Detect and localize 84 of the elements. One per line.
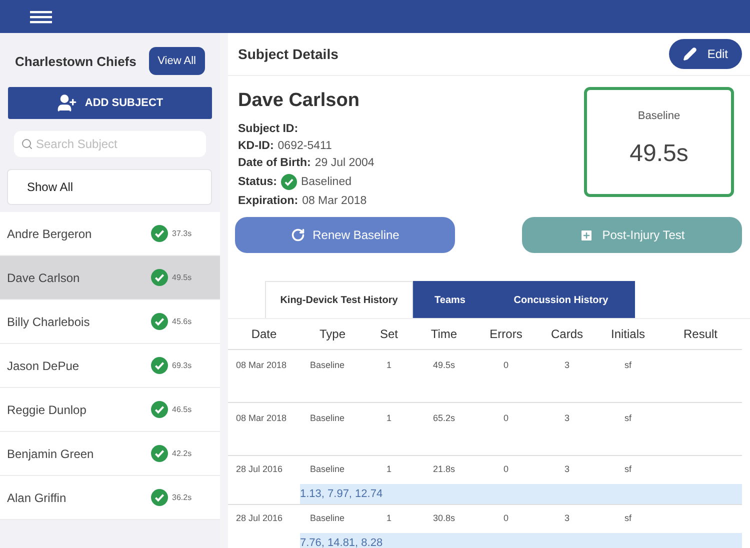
table-cell-text: 08 Mar 2018 xyxy=(235,359,288,372)
tab[interactable]: Teams xyxy=(413,281,487,318)
column-header: Initials xyxy=(597,319,659,350)
column-header: Errors xyxy=(475,319,537,350)
field-label: Date of Birth: xyxy=(238,157,311,169)
plus-square-icon xyxy=(579,228,594,242)
column-header: Cards xyxy=(537,319,597,350)
tab[interactable]: King-Devick Test History xyxy=(265,281,413,318)
table-cell-text: 49.5s xyxy=(432,359,456,372)
show-all-filter[interactable]: Show All xyxy=(7,169,212,205)
table-cell: 0 xyxy=(475,402,537,455)
table-cell: 28 Jul 2016 xyxy=(228,504,300,533)
team-name: Charlestown Chiefs xyxy=(15,54,136,68)
table-cell-text: Baseline xyxy=(309,359,346,372)
field-value: 0692-5411 xyxy=(278,140,332,152)
field-label: Subject ID: xyxy=(238,123,298,135)
subject-list-item[interactable]: Reggie Dunlop 46.5s xyxy=(0,388,220,432)
edit-button[interactable]: Edit xyxy=(669,39,742,69)
column-header: Type xyxy=(300,319,365,350)
renew-button[interactable]: Renew Baseline xyxy=(235,217,455,253)
table-cell: Baseline xyxy=(300,402,365,455)
field-value: 08 Mar 2018 xyxy=(302,195,367,207)
field-value: 29 Jul 2004 xyxy=(314,157,374,169)
card-times: 1.13, 7.97, 12.74 xyxy=(300,484,742,504)
subject-list-item[interactable]: Billy Charlebois 45.6s xyxy=(0,300,220,344)
check-icon xyxy=(151,357,168,374)
subject-name: Dave Carlson xyxy=(7,270,81,284)
table-cell-text: sf xyxy=(623,359,632,372)
subject-time: 49.5s xyxy=(172,273,193,282)
baseline-label: Baseline xyxy=(638,110,680,122)
subject-title: Dave Carlson xyxy=(238,90,360,112)
field-value: Baselined xyxy=(300,176,352,188)
add-subject-button[interactable]: ADD SUBJECT xyxy=(8,87,212,119)
subject-list-item[interactable]: Dave Carlson 49.5s xyxy=(0,256,220,300)
check-icon xyxy=(151,445,168,462)
field-label: Expiration: xyxy=(238,195,298,207)
subject-name: Benjamin Green xyxy=(7,446,95,460)
table-cell-text: 3 xyxy=(563,359,570,372)
subject-name: Reggie Dunlop xyxy=(7,402,88,416)
field-label: Status: xyxy=(238,176,277,188)
subject-time: 46.5s xyxy=(172,405,193,414)
subject-time: 69.3s xyxy=(172,361,193,370)
check-icon xyxy=(151,401,168,418)
subject-list-item[interactable]: Benjamin Green 42.2s xyxy=(0,432,220,476)
table-cell: 3 xyxy=(537,402,597,455)
check-icon xyxy=(151,225,168,242)
check-icon xyxy=(151,269,168,286)
table-cell: 28 Jul 2016 xyxy=(228,455,300,484)
subject-time: 36.2s xyxy=(172,493,193,502)
column-header: Time xyxy=(413,319,475,350)
check-icon xyxy=(151,489,168,506)
subject-list-item[interactable]: Jason DePue 69.3s xyxy=(0,344,220,388)
table-cell: 1 xyxy=(365,402,413,455)
table-cell-text: 1 xyxy=(385,359,392,372)
baseline-value: 49.5s xyxy=(630,140,688,168)
subject-time: 45.6s xyxy=(172,317,193,326)
column-header: Date xyxy=(228,319,300,350)
subject-name: Andre Bergeron xyxy=(7,226,93,240)
add-person-icon xyxy=(56,93,77,113)
subject-list-item[interactable]: Alan Griffin 36.2s xyxy=(0,476,220,520)
subject-time: 37.3s xyxy=(172,229,193,238)
column-header: Result xyxy=(659,319,742,350)
page-title: Subject Details xyxy=(238,46,338,62)
pencil-icon xyxy=(683,47,698,61)
status-check-icon xyxy=(280,174,297,190)
check-icon xyxy=(151,313,168,330)
view-all-button[interactable]: View All xyxy=(148,47,205,75)
column-header: Set xyxy=(365,319,413,350)
field-label: KD-ID: xyxy=(238,140,274,152)
refresh-icon xyxy=(290,228,305,242)
menu-icon[interactable] xyxy=(30,10,52,24)
tab[interactable]: Concussion History xyxy=(487,281,635,318)
table-cell: 65.2s xyxy=(413,402,475,455)
subject-name: Billy Charlebois xyxy=(7,314,91,328)
subject-name: Jason DePue xyxy=(7,358,80,372)
table-cell-text: 0 xyxy=(502,359,510,372)
card-times: 7.76, 14.81, 8.28 xyxy=(300,533,742,548)
table-cell: sf xyxy=(597,402,659,455)
subject-time: 42.2s xyxy=(172,449,193,458)
table-cell: 08 Mar 2018 xyxy=(228,402,300,455)
search-field[interactable]: Search Subject xyxy=(14,131,206,157)
search-icon xyxy=(21,138,33,150)
subject-list-item[interactable]: Andre Bergeron 37.3s xyxy=(0,212,220,256)
subject-name: Alan Griffin xyxy=(7,490,68,504)
